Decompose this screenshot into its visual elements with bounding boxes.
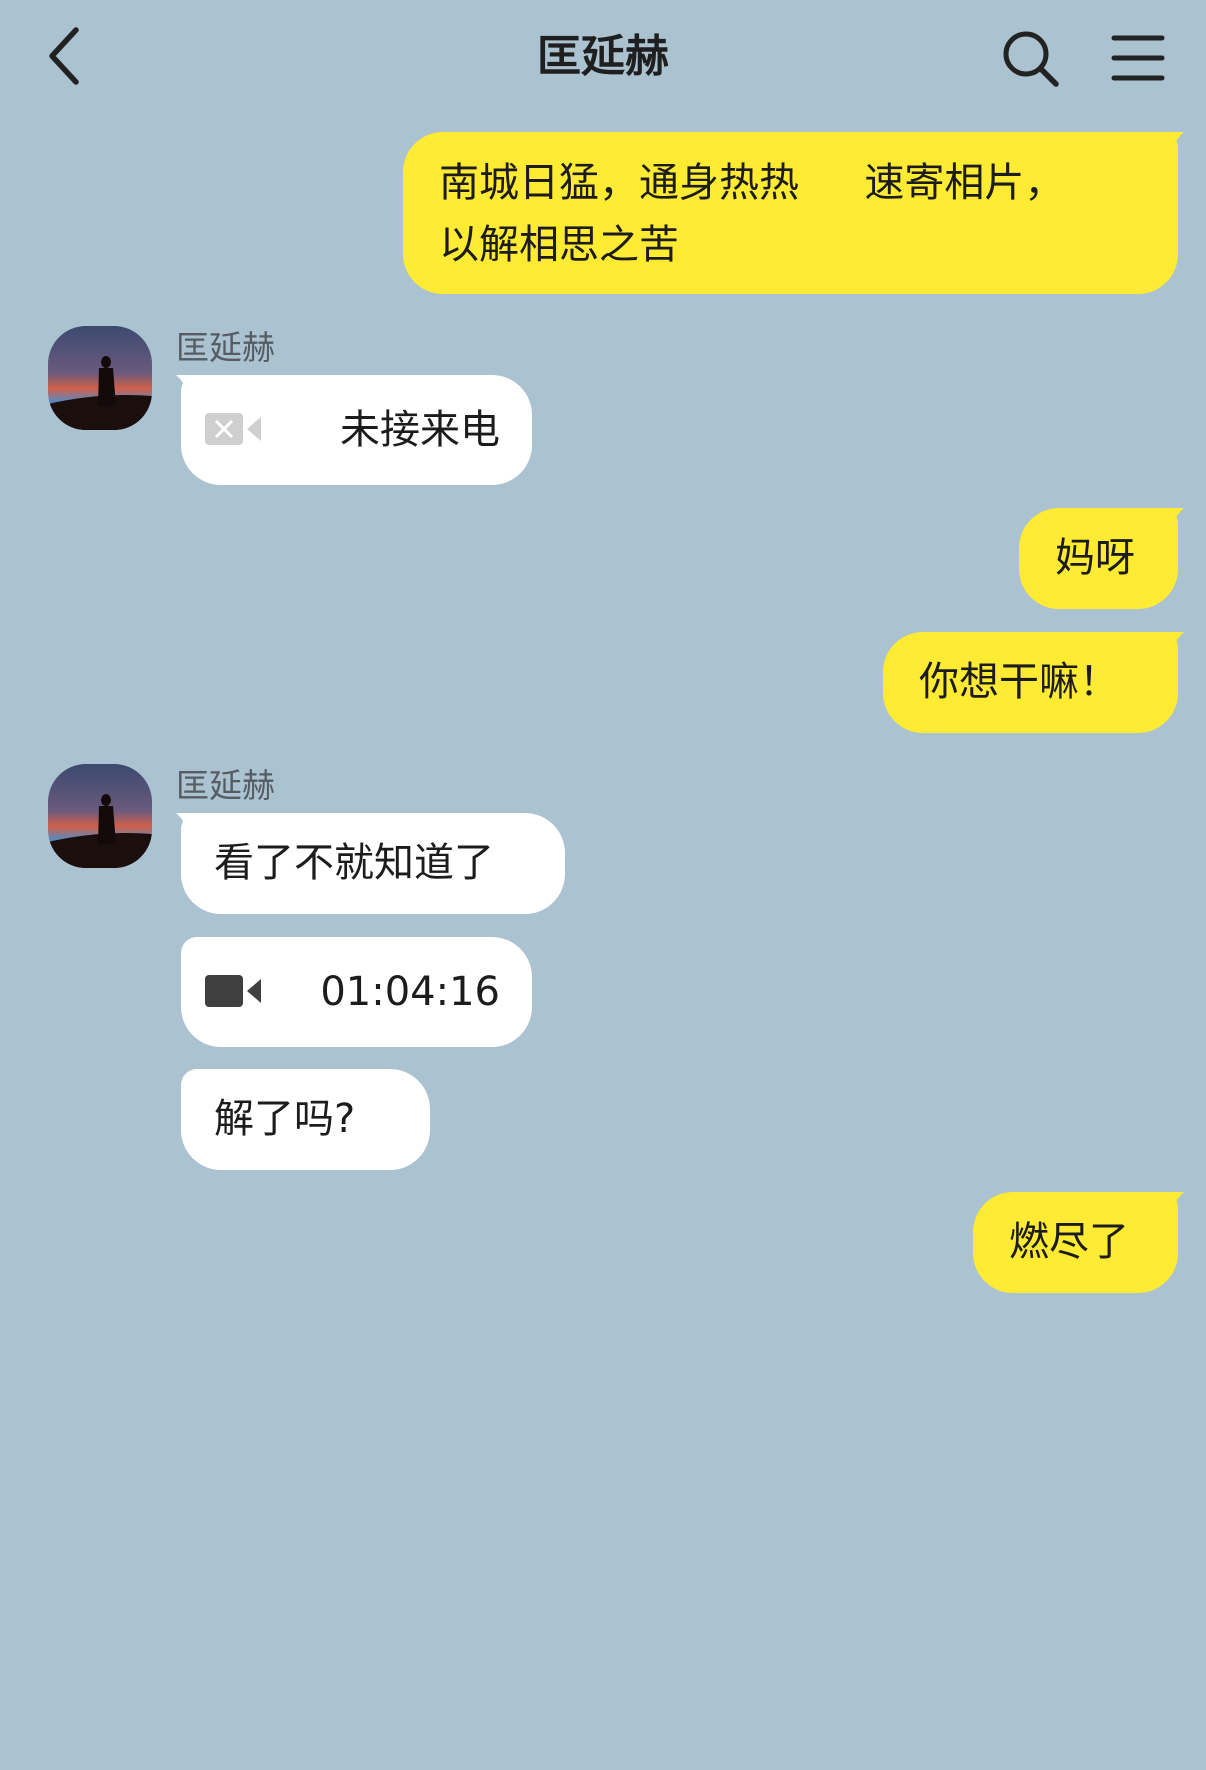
missed-video-call-icon — [205, 413, 261, 445]
avatar-image — [48, 764, 152, 868]
message-bubble-outgoing[interactable]: 你想干嘛！ — [883, 632, 1178, 733]
message-text: 燃尽了 — [1009, 1219, 1129, 1265]
sender-name: 匡延赫 — [176, 328, 275, 367]
message-bubble-outgoing[interactable]: 南城日猛，通身热热 速寄相片， 以解相思之苦 — [403, 132, 1178, 294]
message-bubble-incoming[interactable]: 解了吗? — [181, 1069, 430, 1170]
missed-call-bubble[interactable]: 未接来电 — [181, 375, 532, 485]
call-duration-text: 01:04:16 — [320, 969, 500, 1015]
search-icon[interactable] — [1000, 28, 1062, 90]
video-call-bubble[interactable]: 01:04:16 — [181, 937, 532, 1047]
message-text: 看了不就知道了 — [214, 840, 494, 886]
message-text: 南城日猛，通身热热 速寄相片， — [439, 160, 1065, 206]
video-call-icon — [205, 975, 261, 1007]
avatar[interactable] — [48, 764, 152, 868]
menu-icon[interactable] — [1110, 30, 1166, 86]
message-text: 解了吗? — [214, 1096, 356, 1142]
call-status-text: 未接来电 — [340, 407, 500, 453]
message-bubble-outgoing[interactable]: 燃尽了 — [973, 1192, 1178, 1293]
message-bubble-incoming[interactable]: 看了不就知道了 — [181, 813, 565, 914]
message-text: 以解相思之苦 — [439, 222, 679, 268]
avatar[interactable] — [48, 326, 152, 430]
avatar-image — [48, 326, 152, 430]
message-text: 你想干嘛！ — [919, 659, 1119, 705]
sender-name: 匡延赫 — [176, 766, 275, 805]
chat-header: 匡延赫 — [0, 0, 1206, 115]
message-text: 妈呀 — [1055, 535, 1135, 581]
message-bubble-outgoing[interactable]: 妈呀 — [1019, 508, 1178, 609]
